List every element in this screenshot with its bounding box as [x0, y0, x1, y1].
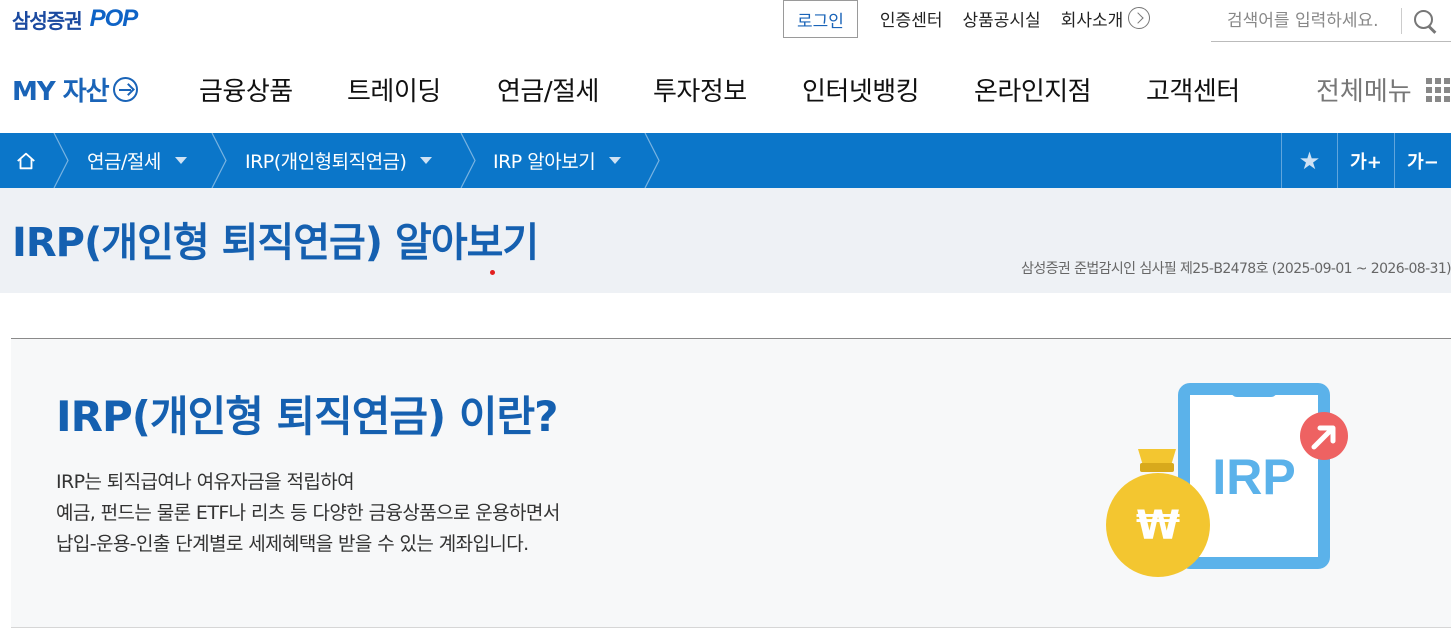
- company-intro-link[interactable]: 회사소개: [1061, 0, 1151, 36]
- company-intro-label: 회사소개: [1060, 10, 1124, 31]
- all-menu-label: 전체메뉴: [1316, 77, 1412, 107]
- intro-description: IRP는 퇴직급여나 여유자금을 적립하여 예금, 펀드는 물론 ETF나 리츠…: [56, 467, 560, 560]
- breadcrumb-separator: [210, 132, 230, 189]
- breadcrumb-tools: ★ 가+ 가−: [1281, 133, 1451, 188]
- favorite-star-icon[interactable]: ★: [1281, 133, 1337, 188]
- search-divider: [1401, 7, 1402, 34]
- font-increase-button[interactable]: 가+: [1337, 133, 1394, 188]
- my-asset-link[interactable]: MY 자산: [12, 71, 138, 108]
- breadcrumb-irp-about[interactable]: IRP 알아보기: [493, 133, 622, 188]
- breadcrumb-separator: [459, 132, 479, 189]
- section-divider: [11, 627, 1451, 628]
- nav-internet-banking[interactable]: 인터넷뱅킹: [802, 71, 920, 108]
- illustration-irp-label: IRP: [1212, 449, 1295, 505]
- home-icon: [17, 152, 35, 169]
- breadcrumb: 연금/절세 IRP(개인형퇴직연금) IRP 알아보기 ★ 가+ 가−: [0, 132, 1451, 189]
- caret-down-icon: [420, 157, 433, 164]
- samsung-pop-logo[interactable]: 삼성증권 POP: [12, 2, 139, 36]
- arrow-right-icon: [1128, 7, 1151, 29]
- intro-line: IRP는 퇴직급여나 여유자금을 적립하여: [56, 471, 355, 493]
- caret-down-icon: [609, 157, 622, 164]
- caret-down-icon: [174, 157, 187, 164]
- nav-pension-tax[interactable]: 연금/절세: [497, 71, 599, 108]
- main-nav: MY 자산 금융상품 트레이딩 연금/절세 투자정보 인터넷뱅킹 온라인지점 고…: [0, 52, 1451, 122]
- all-menu-button[interactable]: 전체메뉴: [1316, 71, 1450, 108]
- nav-online-branch[interactable]: 온라인지점: [974, 71, 1092, 108]
- my-asset-label: MY 자산: [12, 77, 110, 107]
- irp-intro-section: IRP(개인형 퇴직연금) 이란? IRP는 퇴직급여나 여유자금을 적립하여 …: [11, 339, 1451, 627]
- compliance-review-notice: 삼성증권 준법감시인 심사필 제25-B2478호 (2025-09-01 ~ …: [1021, 261, 1451, 277]
- utility-links: 로그인 인증센터 상품공시실 회사소개: [783, 0, 1151, 40]
- login-button[interactable]: 로그인: [783, 0, 858, 38]
- nav-trading[interactable]: 트레이딩: [347, 71, 441, 108]
- nav-investment-info[interactable]: 투자정보: [653, 71, 747, 108]
- breadcrumb-label: IRP 알아보기: [493, 151, 596, 173]
- page-title-band: IRP(개인형 퇴직연금) 알아보기 삼성증권 준법감시인 심사필 제25-B2…: [0, 188, 1451, 293]
- logo-product: POP: [89, 5, 139, 32]
- intro-line: 예금, 펀드는 물론 ETF나 리츠 등 다양한 금융상품으로 운용하면서: [56, 502, 560, 524]
- money-bag-tie: [1140, 463, 1174, 472]
- irp-illustration: IRP ₩: [1106, 383, 1348, 577]
- clipboard-clip: [1231, 383, 1277, 397]
- breadcrumb-label: IRP(개인형퇴직연금): [245, 151, 407, 173]
- nav-financial-products[interactable]: 금융상품: [199, 71, 293, 108]
- search-input[interactable]: [1211, 10, 1401, 31]
- intro-title: IRP(개인형 퇴직연금) 이란?: [56, 392, 559, 441]
- intro-line: 납입-운용-인출 단계별로 세제혜택을 받을 수 있는 계좌입니다.: [56, 533, 529, 555]
- arrow-right-icon: [112, 77, 138, 102]
- grid-menu-icon: [1425, 77, 1450, 102]
- product-disclosure-link[interactable]: 상품공시실: [962, 0, 1040, 36]
- won-symbol-icon: ₩: [1136, 503, 1180, 549]
- font-decrease-button[interactable]: 가−: [1394, 133, 1451, 188]
- logo-company: 삼성증권: [12, 8, 83, 33]
- cert-center-link[interactable]: 인증센터: [880, 0, 943, 36]
- breadcrumb-pension-tax[interactable]: 연금/절세: [87, 133, 187, 188]
- breadcrumb-label: 연금/절세: [87, 151, 161, 173]
- search-box: [1211, 0, 1451, 42]
- breadcrumb-separator: [643, 132, 663, 189]
- indicator-dot: [490, 270, 495, 275]
- nav-customer-center[interactable]: 고객센터: [1146, 71, 1240, 108]
- home-button[interactable]: [0, 133, 52, 188]
- search-icon[interactable]: [1412, 8, 1438, 34]
- page-title: IRP(개인형 퇴직연금) 알아보기: [12, 220, 539, 266]
- breadcrumb-irp[interactable]: IRP(개인형퇴직연금): [245, 133, 433, 188]
- breadcrumb-separator: [52, 132, 72, 189]
